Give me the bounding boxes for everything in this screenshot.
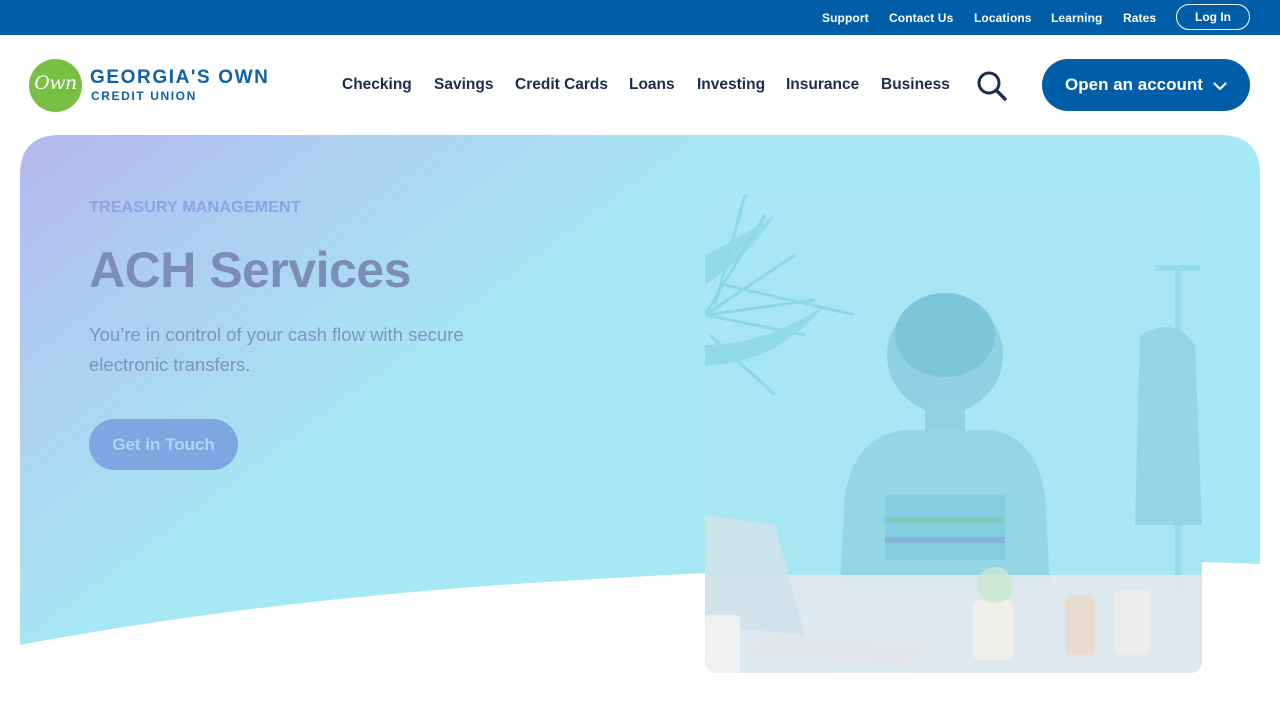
hero-description: You’re in control of your cash flow with… (89, 324, 464, 375)
nav-item-insurance[interactable]: Insurance (786, 76, 859, 94)
nav-item-loans[interactable]: Loans (629, 76, 675, 94)
hero-photo-illustration (705, 195, 1202, 673)
utility-link-contact-us[interactable]: Contact Us (889, 11, 953, 25)
search-icon (977, 71, 1007, 101)
hero-eyebrow: TREASURY MANAGEMENT (89, 199, 301, 216)
get-in-touch-button[interactable]: Get in Touch (89, 419, 238, 470)
utility-bar: Support Contact Us Locations Learning Ra… (0, 0, 1280, 35)
page-title: ACH Services (89, 242, 411, 298)
utility-link-support[interactable]: Support (822, 11, 869, 25)
nav-item-checking[interactable]: Checking (342, 76, 412, 94)
nav-item-investing[interactable]: Investing (697, 76, 765, 94)
login-button[interactable]: Log In (1176, 4, 1250, 30)
georgias-own-logo[interactable]: Own GEORGIA'S OWN CREDIT UNION (29, 59, 279, 113)
logo-mark: Own (29, 59, 82, 112)
logo-name: GEORGIA'S OWN (90, 67, 270, 88)
main-header: Own GEORGIA'S OWN CREDIT UNION Checking … (0, 35, 1280, 135)
hero-section: TREASURY MANAGEMENT ACH Services You’re … (20, 135, 1260, 673)
logo-subname: CREDIT UNION (91, 89, 197, 103)
nav-item-business[interactable]: Business (881, 76, 950, 94)
utility-link-rates[interactable]: Rates (1123, 11, 1156, 25)
search-button[interactable] (974, 69, 1010, 103)
logo-mark-text: Own (34, 72, 77, 94)
nav-item-credit-cards[interactable]: Credit Cards (515, 76, 608, 94)
utility-link-locations[interactable]: Locations (974, 11, 1032, 25)
hero-photo (705, 195, 1202, 673)
chevron-down-icon (1213, 81, 1227, 90)
utility-link-learning[interactable]: Learning (1051, 11, 1102, 25)
open-account-button[interactable]: Open an account (1042, 59, 1250, 111)
nav-item-savings[interactable]: Savings (434, 76, 493, 94)
open-account-label: Open an account (1065, 75, 1203, 94)
